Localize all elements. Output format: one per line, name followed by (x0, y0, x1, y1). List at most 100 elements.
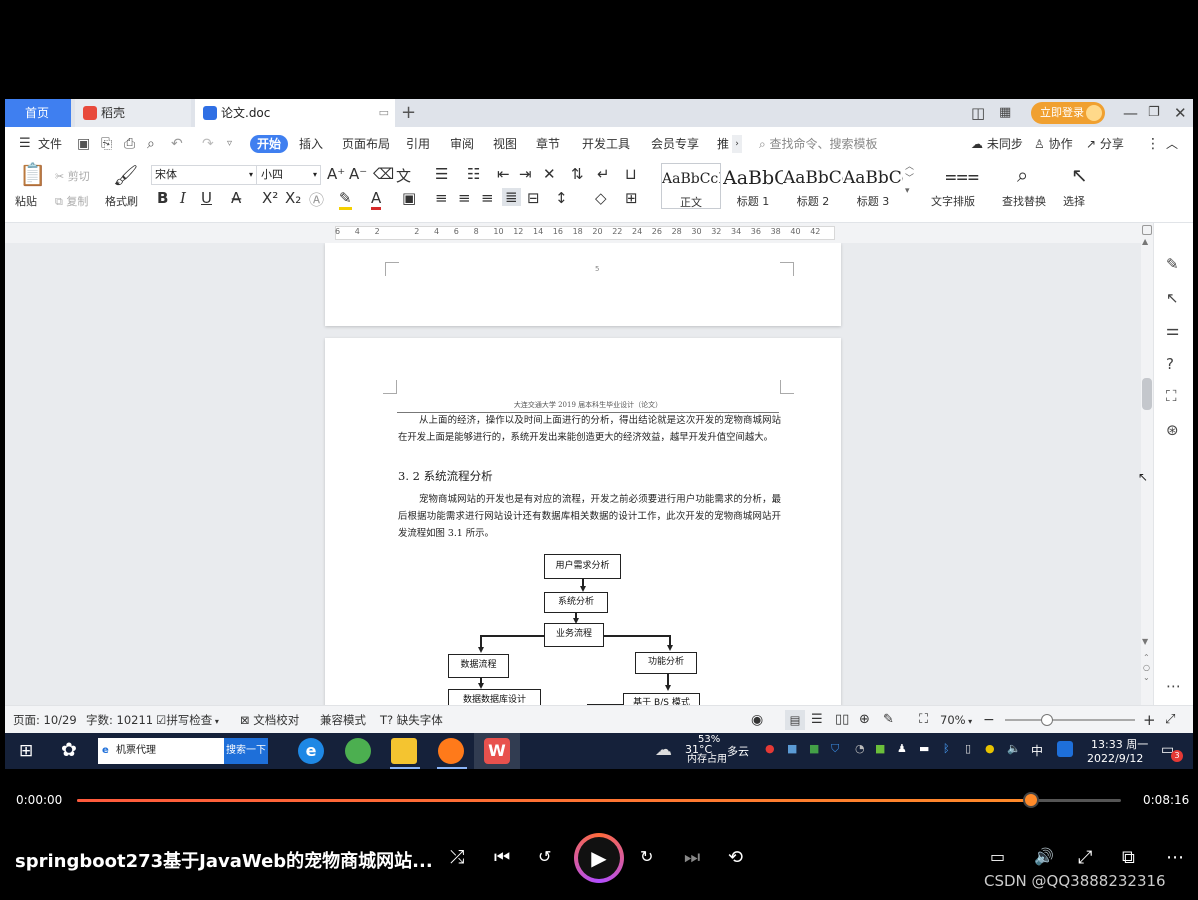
recorder-app-icon[interactable] (438, 738, 464, 764)
borders-icon[interactable]: ⊞ (625, 189, 638, 207)
text-layout-icon[interactable]: ⩶ (945, 163, 979, 187)
font-name-select[interactable]: 宋体 ▾ (151, 165, 257, 185)
outline-view-icon[interactable]: ☰ (811, 706, 823, 734)
strikethrough-icon[interactable]: A̶ (231, 189, 241, 207)
menu-view[interactable]: 视图 (493, 127, 517, 161)
network-icon[interactable]: ◔ (855, 742, 865, 755)
section-heading[interactable]: 3. 2 系统流程分析 (398, 468, 493, 484)
mini-player-icon[interactable]: ⧉ (1122, 847, 1135, 868)
text-effect-icon[interactable]: Ⓐ (309, 189, 324, 210)
magnifier-icon[interactable]: ⌕ (1017, 163, 1028, 187)
clock-time[interactable]: 13:33 周一 (1091, 736, 1148, 752)
taskbar-search-input[interactable]: e 机票代理 (98, 738, 224, 764)
previous-icon[interactable]: ⏮ (494, 847, 510, 868)
collapse-ribbon-icon[interactable]: ︿ (1166, 127, 1178, 161)
tray-app-icon[interactable]: ● (765, 742, 775, 755)
paste-icon[interactable]: 📋 (19, 163, 46, 188)
italic-icon[interactable]: I (180, 189, 186, 207)
menu-member[interactable]: 会员专享 (651, 127, 699, 161)
bluetooth-icon[interactable]: ᛒ (943, 742, 950, 755)
decrease-indent-icon[interactable]: ⇤ (497, 165, 510, 183)
more-options-icon[interactable]: ⋮ (1146, 127, 1160, 161)
style-normal[interactable]: AaBbCcI 正文 (661, 163, 721, 209)
align-right-icon[interactable]: ≡ (481, 189, 494, 207)
align-left-icon[interactable]: ≡ (435, 189, 448, 207)
undo-icon[interactable]: ↶ (171, 127, 183, 161)
nvidia-icon[interactable]: ■ (875, 742, 885, 755)
bullet-list-icon[interactable]: ☰ (435, 165, 448, 183)
save-icon[interactable]: ▣ (77, 127, 90, 161)
new-tab-button[interactable]: + (401, 99, 416, 127)
redo-icon[interactable]: ↷ (202, 127, 214, 161)
numbered-list-icon[interactable]: ☷ (467, 165, 480, 183)
command-search[interactable]: ⌕ 查找命令、搜索模板 (759, 127, 878, 161)
compat-mode[interactable]: 兼容模式 (320, 706, 366, 734)
show-marks-icon[interactable]: ↵ (597, 165, 610, 183)
progress-knob[interactable] (1023, 792, 1039, 808)
pen-icon[interactable]: ✎ (1166, 255, 1179, 273)
missing-font-button[interactable]: T? 缺失字体 (380, 706, 443, 734)
grid-icon[interactable]: ▦ (999, 99, 1011, 127)
spell-check-button[interactable]: ☑拼写检查 ▾ (156, 706, 219, 736)
help-icon[interactable]: ? (1166, 355, 1174, 373)
eye-protect-icon[interactable]: ◉ (751, 706, 763, 734)
minimize-button[interactable]: — (1123, 99, 1138, 127)
distribute-icon[interactable]: ⊟ (527, 189, 540, 207)
word-count[interactable]: 字数: 10211 (86, 706, 153, 734)
repeat-off-icon[interactable]: ⟲ (728, 847, 743, 868)
justify-icon[interactable]: ≣ (502, 188, 521, 206)
page-current[interactable]: 大连交通大学 2019 届本科生毕业设计（论文） 从上面的经济，操作以及时间上面… (325, 338, 841, 705)
line-spacing-icon[interactable]: ↕ (555, 189, 568, 207)
shrink-font-icon[interactable]: A⁻ (349, 165, 367, 183)
page-nav-icon[interactable]: ⌃ ○ ⌄ (1143, 653, 1150, 683)
volume-icon[interactable]: 🔊 (1034, 847, 1054, 866)
cursor-icon[interactable]: ↖ (1071, 163, 1088, 187)
scroll-top-icon[interactable] (1142, 225, 1152, 235)
cut-button[interactable]: ✂ 剪切 (55, 168, 90, 184)
close-button[interactable]: ✕ (1174, 99, 1187, 127)
sync-status[interactable]: ☁ 未同步 (971, 127, 1023, 161)
tab-pin-icon[interactable]: ▭ (379, 99, 389, 127)
layout-icon[interactable]: ◫ (971, 99, 985, 127)
scrollbar-thumb[interactable] (1142, 378, 1152, 410)
shuffle-icon[interactable]: ⤮ (450, 847, 464, 868)
sort-icon[interactable]: ⇅ (571, 165, 584, 183)
zoom-in-icon[interactable]: + (1143, 706, 1156, 734)
horizontal-ruler[interactable]: 6 4 2 2 4 6 8 10 12 14 16 18 20 22 24 26 28 30 32 34 36 38 40 4… (5, 223, 1141, 243)
clear-format-icon[interactable]: ⌫ (373, 165, 394, 183)
more-horizontal-icon[interactable]: ⋯ (1166, 677, 1181, 695)
share-button[interactable]: ↗ 分享 (1086, 127, 1124, 161)
usb-icon[interactable]: ▯ (965, 742, 971, 755)
tray-app-icon[interactable]: ▬ (919, 742, 929, 755)
compass-icon[interactable]: ⊛ (1166, 421, 1179, 439)
clock-date[interactable]: 2022/9/12 (1087, 752, 1143, 765)
chinese-layout-icon[interactable]: ✕ (543, 165, 556, 183)
style-heading-1[interactable]: AaBbC 标题 1 (723, 163, 783, 209)
paragraph[interactable]: 宠物商城网站的开发也是有对应的流程，开发之前必须要进行用户功能需求的分析，最后根… (398, 491, 781, 542)
more-options-icon[interactable]: ⋯ (1166, 847, 1184, 868)
360-browser-icon[interactable] (345, 738, 371, 764)
style-heading-3[interactable]: AaBbCc 标题 3 (843, 163, 903, 209)
underline-icon[interactable]: U (201, 189, 212, 207)
subtitles-icon[interactable]: ▭ (990, 847, 1005, 866)
font-color-icon[interactable]: A (371, 189, 382, 210)
fullscreen-icon[interactable]: ⤢ (1165, 706, 1175, 734)
tray-app-icon[interactable]: ● (985, 742, 995, 755)
login-button[interactable]: 立即登录 (1031, 102, 1105, 124)
paste-button[interactable]: 粘贴 (15, 193, 37, 209)
rewind-10-icon[interactable]: ↺ (538, 847, 551, 866)
copy-button[interactable]: ⧉ 复制 (55, 193, 88, 209)
style-heading-2[interactable]: AaBbCc 标题 2 (783, 163, 843, 209)
tab-daoke[interactable]: 稻壳 (75, 99, 191, 127)
text-layout-button[interactable]: 文字排版 (931, 193, 975, 209)
app-switch-icon[interactable]: ✿ (61, 739, 77, 761)
doc-proofread-button[interactable]: ⊠ 文档校对 (240, 706, 299, 734)
highlight-icon[interactable]: ✎ (339, 189, 352, 210)
sliders-icon[interactable]: ⚌ (1166, 321, 1179, 339)
forward-30-icon[interactable]: ↻ (640, 847, 653, 866)
page-indicator[interactable]: 页面: 10/29 (13, 706, 77, 734)
restore-button[interactable]: ❐ (1148, 99, 1160, 127)
tray-app-icon[interactable]: ■ (809, 742, 819, 755)
page-previous[interactable]: 5 (325, 243, 841, 326)
fullscreen-icon[interactable]: ⤢ (1078, 847, 1092, 868)
